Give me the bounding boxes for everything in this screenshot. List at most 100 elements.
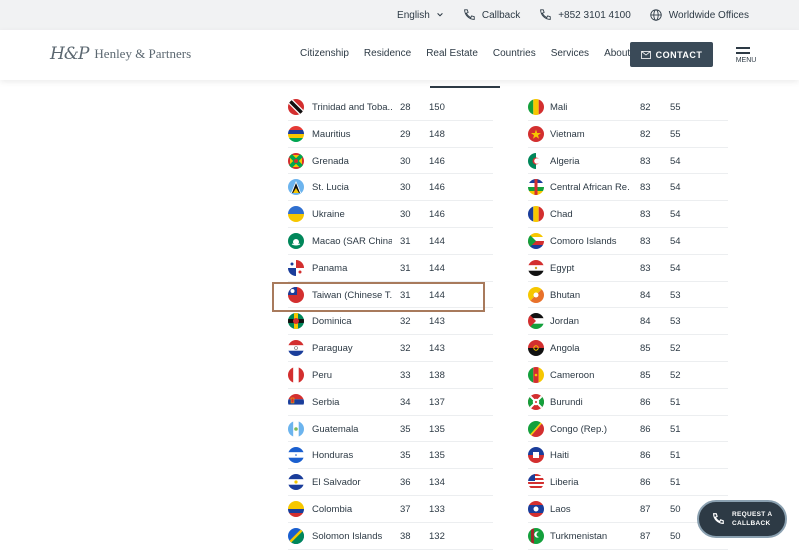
rank-value: 82 bbox=[640, 128, 651, 140]
nav-citizenship[interactable]: Citizenship bbox=[300, 48, 349, 59]
visa-free-score: 51 bbox=[670, 423, 681, 435]
menu-label: MENU bbox=[735, 57, 757, 64]
country-name[interactable]: Mali bbox=[550, 102, 630, 113]
flag-icon bbox=[288, 152, 304, 169]
visa-free-score: 135 bbox=[429, 423, 445, 435]
highlight-box bbox=[272, 282, 485, 312]
country-name[interactable]: Honduras bbox=[312, 450, 392, 461]
nav-real-estate[interactable]: Real Estate bbox=[426, 48, 500, 88]
menu-button[interactable]: MENU bbox=[734, 47, 758, 64]
contact-button[interactable]: CONTACT bbox=[630, 42, 713, 67]
country-name[interactable]: Central African Re... bbox=[550, 182, 630, 193]
rank-value: 31 bbox=[400, 262, 411, 274]
rank-value: 87 bbox=[640, 503, 651, 515]
visa-free-score: 52 bbox=[670, 369, 681, 381]
nav-residence[interactable]: Residence bbox=[364, 48, 411, 59]
country-name[interactable]: Algeria bbox=[550, 156, 630, 167]
rank-value: 85 bbox=[640, 343, 651, 355]
logo[interactable]: H&P Henley & Partners bbox=[50, 44, 191, 64]
country-name[interactable]: Mauritius bbox=[312, 129, 392, 140]
flag-icon bbox=[288, 393, 304, 410]
country-name[interactable]: Cameroon bbox=[550, 370, 630, 381]
country-name[interactable]: Comoro Islands bbox=[550, 236, 630, 247]
country-name[interactable]: Solomon Islands bbox=[312, 531, 392, 542]
flag-icon bbox=[528, 99, 544, 115]
rank-value: 32 bbox=[400, 316, 411, 328]
country-name[interactable]: Jordan bbox=[550, 316, 630, 327]
country-name[interactable]: Dominica bbox=[312, 316, 392, 327]
visa-free-score: 52 bbox=[670, 343, 681, 355]
flag-icon bbox=[288, 313, 304, 330]
rank-value: 84 bbox=[640, 289, 651, 301]
language-selector[interactable]: English bbox=[397, 10, 444, 21]
callback-float-line1: REQUEST A bbox=[732, 511, 773, 518]
visa-free-score: 50 bbox=[670, 530, 681, 542]
country-name[interactable]: Bhutan bbox=[550, 290, 630, 301]
country-name[interactable]: Grenada bbox=[312, 156, 392, 167]
nav-countries[interactable]: Countries bbox=[493, 48, 536, 59]
visa-free-score: 137 bbox=[429, 396, 445, 408]
flag-icon bbox=[288, 340, 304, 357]
offices-label: Worldwide Offices bbox=[668, 9, 749, 21]
callback-float-text: REQUEST A CALLBACK bbox=[732, 510, 772, 528]
rank-value: 37 bbox=[400, 503, 411, 515]
table-row: Mali 82 55 bbox=[528, 94, 728, 121]
country-name[interactable]: Liberia bbox=[550, 477, 630, 488]
country-name[interactable]: Guatemala bbox=[312, 424, 392, 435]
table-row: Mauritius 29 148 bbox=[288, 121, 493, 148]
flag-icon bbox=[288, 259, 304, 276]
country-name[interactable]: Panama bbox=[312, 263, 392, 274]
rank-value: 35 bbox=[400, 450, 411, 462]
country-name[interactable]: Colombia bbox=[312, 504, 392, 515]
country-name[interactable]: El Salvador bbox=[312, 477, 392, 488]
phone-icon bbox=[713, 513, 724, 524]
country-name[interactable]: Egypt bbox=[550, 263, 630, 274]
table-row: Haiti 86 51 bbox=[528, 442, 728, 470]
country-name[interactable]: Burundi bbox=[550, 397, 630, 408]
visa-free-score: 143 bbox=[429, 343, 445, 355]
rank-value: 86 bbox=[640, 423, 651, 435]
rank-value: 83 bbox=[640, 182, 651, 194]
table-row: Grenada 30 146 bbox=[288, 148, 493, 175]
country-name[interactable]: Angola bbox=[550, 343, 630, 354]
flag-icon bbox=[528, 500, 544, 517]
country-name[interactable]: St. Lucia bbox=[312, 182, 392, 193]
chevron-down-icon bbox=[437, 13, 443, 17]
visa-free-score: 143 bbox=[429, 316, 445, 328]
nav-about[interactable]: About bbox=[604, 48, 630, 59]
country-name[interactable]: Peru bbox=[312, 370, 392, 381]
site-header: H&P Henley & Partners Citizenship Reside… bbox=[0, 30, 799, 88]
country-name[interactable]: Paraguay bbox=[312, 343, 392, 354]
country-name[interactable]: Macao (SAR China) bbox=[312, 236, 392, 247]
visa-free-score: 146 bbox=[429, 155, 445, 167]
country-name[interactable]: Trinidad and Toba... bbox=[312, 102, 392, 113]
flag-icon bbox=[528, 179, 544, 196]
country-name[interactable]: Haiti bbox=[550, 450, 630, 461]
phone-number: +852 3101 4100 bbox=[558, 9, 631, 21]
table-row: Colombia 37 133 bbox=[288, 496, 493, 523]
country-name[interactable]: Chad bbox=[550, 209, 630, 220]
visa-free-score: 53 bbox=[670, 316, 681, 328]
flag-icon bbox=[528, 420, 544, 437]
country-name[interactable]: Ukraine bbox=[312, 209, 392, 220]
nav-services[interactable]: Services bbox=[551, 48, 589, 59]
table-row: Serbia 34 137 bbox=[288, 389, 493, 416]
table-row: Cameroon 85 52 bbox=[528, 362, 728, 389]
offices-link[interactable]: Worldwide Offices bbox=[649, 8, 749, 22]
table-row: Paraguay 32 143 bbox=[288, 335, 493, 362]
table-row: Angola 85 52 bbox=[528, 335, 728, 362]
country-name[interactable]: Laos bbox=[550, 504, 630, 515]
callback-link[interactable]: Callback bbox=[462, 8, 520, 22]
request-callback-button[interactable]: REQUEST A CALLBACK bbox=[697, 500, 787, 538]
hamburger-icon-bar bbox=[736, 52, 750, 54]
country-name[interactable]: Turkmenistan bbox=[550, 531, 630, 542]
country-name[interactable]: Congo (Rep.) bbox=[550, 424, 630, 435]
visa-free-score: 144 bbox=[429, 262, 445, 274]
visa-free-score: 135 bbox=[429, 450, 445, 462]
rank-value: 86 bbox=[640, 396, 651, 408]
table-row: Honduras 35 135 bbox=[288, 442, 493, 470]
country-name[interactable]: Vietnam bbox=[550, 129, 630, 140]
phone-link[interactable]: +852 3101 4100 bbox=[538, 8, 631, 22]
country-name[interactable]: Serbia bbox=[312, 397, 392, 408]
table-row: Algeria 83 54 bbox=[528, 148, 728, 175]
